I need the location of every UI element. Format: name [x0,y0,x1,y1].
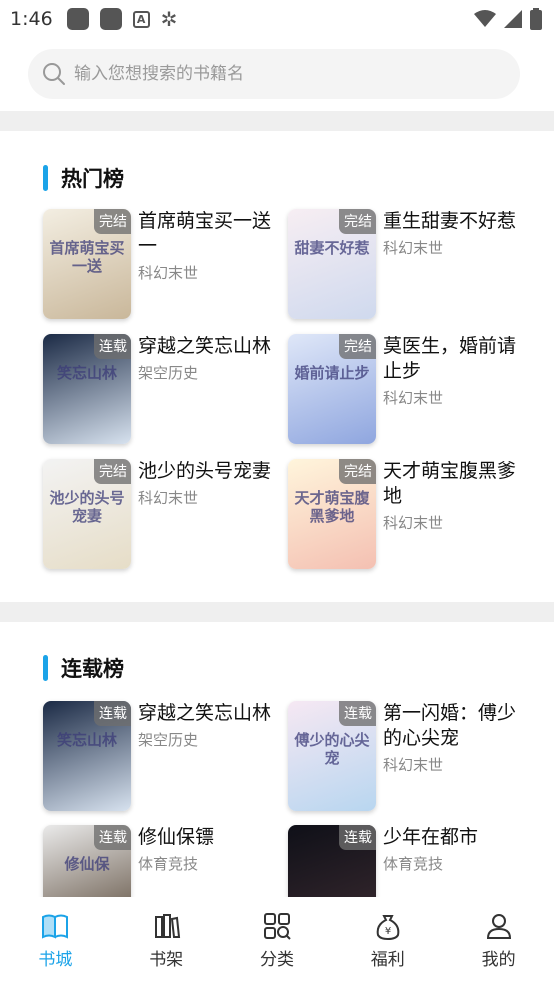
notification-app-icon [99,8,122,30]
book-title[interactable]: 少年在都市 [383,825,523,850]
book-open-icon [42,914,69,939]
book-title[interactable]: 第一闪婚：傅少的心尖宠 [383,701,523,751]
tab-label: 书城 [38,950,73,970]
book-title[interactable]: 首席萌宝买一送一 [138,209,278,259]
money-bag-icon: ¥ [376,915,400,941]
book-cover[interactable]: 天才萌宝腹黑爹地 完结 [288,459,376,569]
cover-title-art: 笑忘山林 [56,731,117,749]
book-cover[interactable]: 笑忘山林 连载 [43,334,131,444]
book-cover[interactable]: 甜妻不好惹 完结 [288,209,376,319]
book-title[interactable]: 穿越之笑忘山林 [138,701,278,726]
serial-title-text: 连载榜 [61,657,124,681]
book-title[interactable]: 重生甜妻不好惹 [383,209,523,234]
book-status-badge: 连载 [94,334,131,359]
book-card[interactable]: 池少的头号宠妻 完结 池少的头号宠妻 科幻末世 [43,459,283,571]
cover-title-art: 婚前请止步 [294,364,370,382]
book-status-badge: 连载 [94,825,131,850]
cover-title-art: 笑忘山林 [56,364,117,382]
cover-title-art: 首席萌宝买一送 [49,239,125,275]
book-cover[interactable]: 傅少的心尖宠 连载 [288,701,376,811]
signal-icon [504,10,522,28]
book-card[interactable]: 首席萌宝买一送 完结 首席萌宝买一送一科幻末世 [43,209,283,321]
book-category: 科幻末世 [383,389,444,407]
cover-title-art: 修仙保 [64,855,110,873]
hot-title-text: 热门榜 [61,167,124,191]
status-bar: 1:46 A ✲ [0,0,554,38]
wifi-icon [474,10,496,27]
book-title[interactable]: 池少的头号宠妻 [138,459,278,484]
book-status-badge: 完结 [339,459,376,484]
book-category: 架空历史 [138,364,199,382]
section-divider [0,111,554,131]
book-cover[interactable]: 笑忘山林 连载 [43,701,131,811]
book-title[interactable]: 修仙保镖 [138,825,278,850]
hot-section-title: 热门榜 [43,164,124,192]
search-icon [43,63,65,85]
cover-title-art: 池少的头号宠妻 [49,489,125,525]
book-title[interactable]: 穿越之笑忘山林 [138,334,278,359]
status-time: 1:46 [10,8,53,30]
book-category: 科幻末世 [138,489,199,507]
notification-bug-icon: ✲ [160,7,178,31]
notification-a-icon: A [132,10,150,28]
tab-label: 书架 [149,950,184,970]
tab-label: 我的 [481,950,516,970]
book-card[interactable]: 甜妻不好惹 完结 重生甜妻不好惹科幻末世 [288,209,528,321]
cover-title-art: 傅少的心尖宠 [294,731,370,767]
tab-0[interactable]: 书城 [0,897,111,984]
book-card[interactable]: 笑忘山林 连载 穿越之笑忘山林架空历史 [43,334,283,446]
section-divider [0,602,554,622]
book-card[interactable]: 傅少的心尖宠 连载 第一闪婚：傅少的心尖宠科幻末世 [288,701,528,813]
search-bar[interactable] [28,49,520,99]
category-grid-icon [263,913,291,940]
book-card[interactable]: 修仙保 连载 修仙保镖体育竞技 [43,825,283,897]
tab-label: 分类 [259,950,294,970]
search-input[interactable] [74,64,494,84]
serial-section: 连载榜 笑忘山林 连载 穿越之笑忘山林 架空历史 傅少的心尖宠 连载 第一闪婚：傅少的心尖宠… [0,622,554,897]
book-category: 科幻末世 [383,239,444,257]
book-card[interactable]: 连载 少年在都市体育竞技 [288,825,528,897]
book-status-badge: 完结 [94,459,131,484]
book-cover[interactable]: 婚前请止步 完结 [288,334,376,444]
book-card[interactable]: 天才萌宝腹黑爹地 完结 天才萌宝腹黑爹地 科幻末世 [288,459,528,571]
book-card[interactable]: 笑忘山林 连载 穿越之笑忘山林架空历史 [43,701,283,813]
book-status-badge: 完结 [339,334,376,359]
book-status-badge: 连载 [339,825,376,850]
user-icon [486,914,511,939]
tab-4[interactable]: 我的 [443,897,554,984]
hot-section: 热门榜 首席萌宝买一送 完结 首席萌宝买一送一 科幻末世 甜妻不好惹 完结 重生甜妻不好惹科… [0,131,554,612]
serial-section-title: 连载榜 [43,654,124,682]
cover-title-art: 甜妻不好惹 [294,239,370,257]
book-category: 科幻末世 [383,756,444,774]
book-status-badge: 完结 [94,209,131,234]
bottom-tab-bar: 书城 书架 分类 ¥ 福利 我的 [0,897,554,984]
book-category: 科幻末世 [383,514,444,532]
section-accent-bar [43,165,48,191]
book-category: 体育竞技 [138,855,199,873]
notification-app-icon [66,8,89,30]
book-cover[interactable]: 修仙保 连载 [43,825,131,897]
book-title[interactable]: 天才萌宝腹黑爹地 [383,459,523,509]
book-category: 架空历史 [138,731,199,749]
tab-3[interactable]: ¥ 福利 [332,897,443,984]
book-cover[interactable]: 连载 [288,825,376,897]
book-title[interactable]: 莫医生，婚前请止步 [383,334,523,384]
book-status-badge: 连载 [94,701,131,726]
tab-2[interactable]: 分类 [222,897,333,984]
cover-title-art: 天才萌宝腹黑爹地 [294,489,370,525]
svg-text:¥: ¥ [385,926,391,937]
book-cover[interactable]: 首席萌宝买一送 完结 [43,209,131,319]
book-status-badge: 完结 [339,209,376,234]
book-category: 科幻末世 [138,264,199,282]
book-card[interactable]: 婚前请止步 完结 莫医生，婚前请止步科幻末世 [288,334,528,446]
tab-label: 福利 [370,950,405,970]
book-category: 体育竞技 [383,855,444,873]
tab-1[interactable]: 书架 [111,897,222,984]
bookshelf-icon [155,914,181,938]
section-accent-bar [43,655,48,681]
book-status-badge: 连载 [339,701,376,726]
battery-icon [530,8,542,30]
book-cover[interactable]: 池少的头号宠妻 完结 [43,459,131,569]
status-right [474,8,542,30]
